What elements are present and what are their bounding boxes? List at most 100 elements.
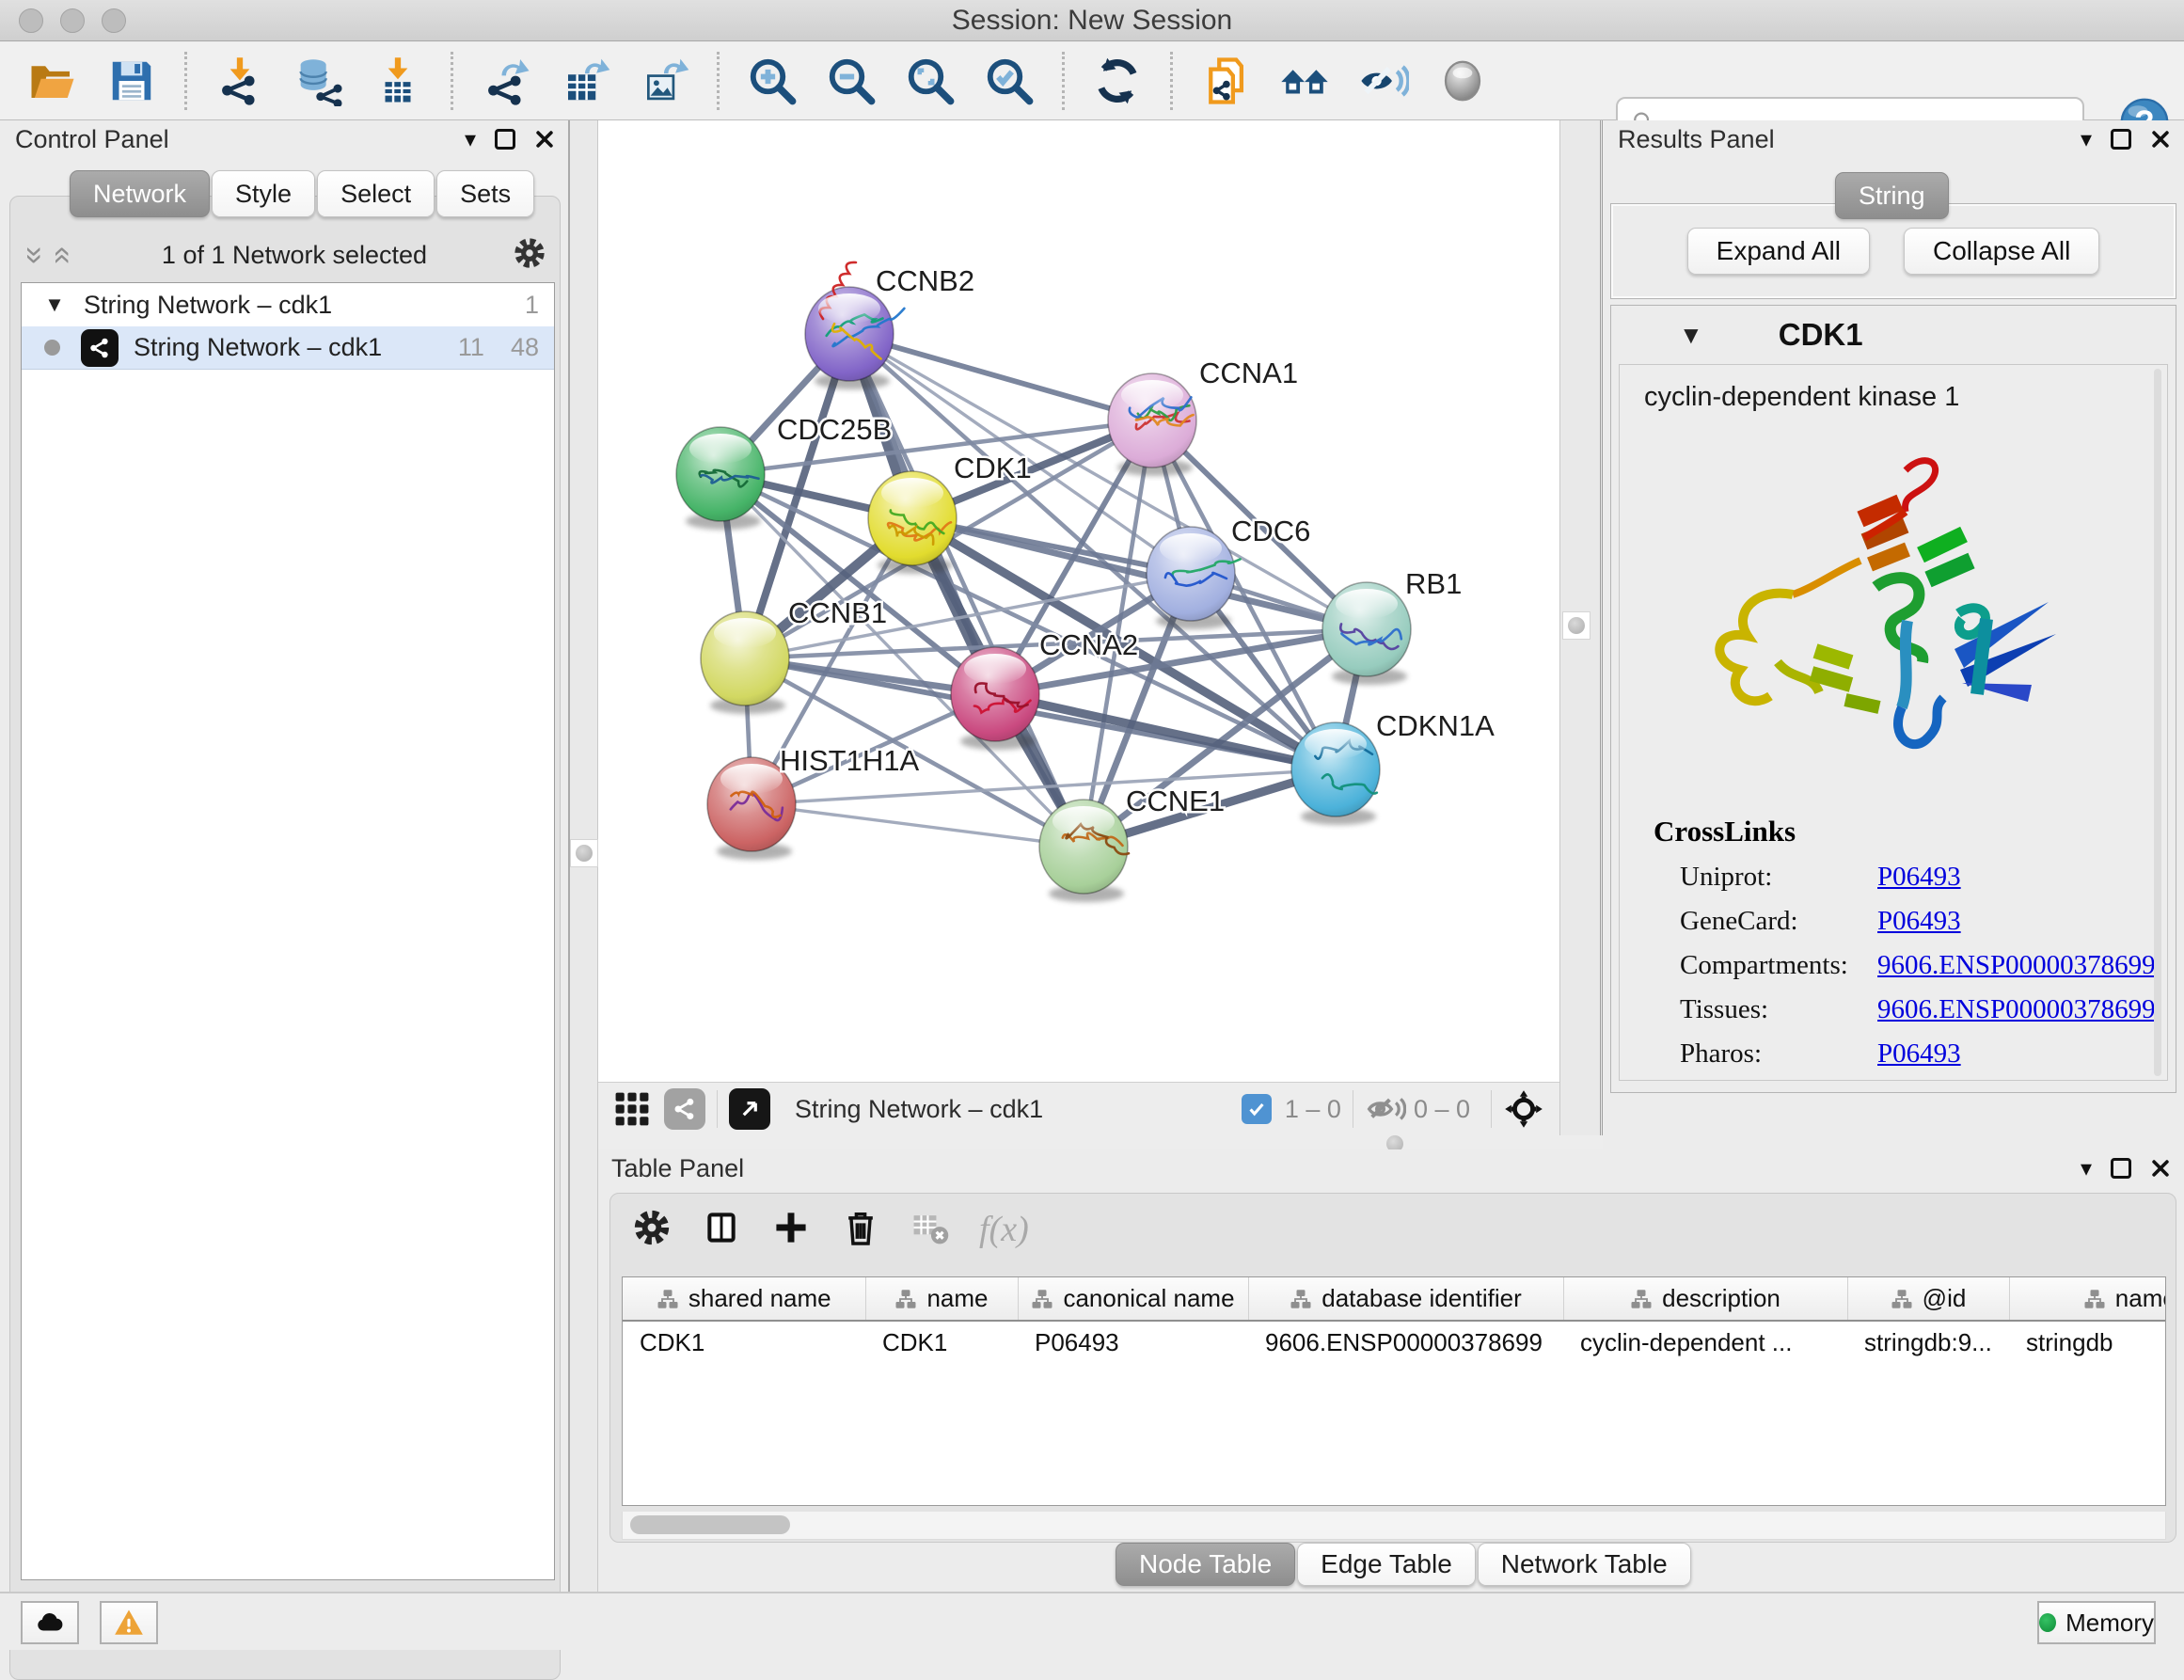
tab-node-table[interactable]: Node Table — [1116, 1543, 1295, 1586]
save-session-icon[interactable] — [92, 51, 171, 111]
panel-menu-icon[interactable]: ▾ — [465, 126, 476, 153]
panel-float-icon[interactable] — [2111, 1158, 2131, 1179]
table-hscrollbar[interactable] — [622, 1512, 2166, 1540]
zoom-selected-icon[interactable] — [970, 51, 1049, 111]
node-CCNA1[interactable] — [1108, 373, 1196, 476]
crosslink-link[interactable]: 9606.ENSP00000378699 — [1877, 994, 2156, 1025]
table-cell[interactable]: cyclin-dependent ... — [1563, 1321, 1847, 1364]
hide-selected-eye-icon[interactable] — [1344, 51, 1423, 111]
table-cell[interactable]: P06493 — [1018, 1321, 1248, 1364]
gene-section-header[interactable]: ▼ CDK1 — [1611, 306, 2176, 364]
table-cell[interactable]: CDK1 — [623, 1321, 865, 1364]
node-label-CDKN1A: CDKN1A — [1376, 709, 1495, 742]
export-network-icon[interactable] — [467, 51, 546, 111]
gene-name: CDK1 — [1779, 317, 1863, 353]
panel-close-icon[interactable] — [2150, 1158, 2171, 1179]
panel-menu-icon[interactable]: ▾ — [2081, 1155, 2092, 1182]
zoom-out-icon[interactable] — [812, 51, 891, 111]
tab-select[interactable]: Select — [317, 170, 435, 217]
node-RB1[interactable] — [1322, 582, 1411, 685]
edge-CCNA2-CDKN1A[interactable] — [995, 694, 1336, 769]
tab-sets[interactable]: Sets — [436, 170, 534, 217]
panel-menu-icon[interactable]: ▾ — [2081, 126, 2092, 153]
crosslink-link[interactable]: P06493 — [1877, 1038, 1961, 1070]
tab-network-table[interactable]: Network Table — [1478, 1543, 1691, 1586]
panel-float-icon[interactable] — [495, 129, 515, 150]
table-container: f(x) shared namenamecanonical namedataba… — [609, 1193, 2176, 1543]
zoom-in-icon[interactable] — [733, 51, 812, 111]
birds-eye-view-icon[interactable] — [729, 1088, 770, 1130]
cloud-button[interactable] — [21, 1601, 79, 1644]
node-CCNB1[interactable] — [701, 611, 789, 714]
import-table-from-file-icon[interactable] — [358, 51, 437, 111]
houses-icon[interactable] — [1265, 51, 1344, 111]
tab-network[interactable]: Network — [70, 170, 210, 217]
delete-column-trash-icon[interactable] — [840, 1207, 881, 1253]
panel-float-icon[interactable] — [2111, 129, 2131, 150]
table-row[interactable]: CDK1CDK1P064939606.ENSP00000378699cyclin… — [623, 1321, 2166, 1364]
table-cell[interactable]: CDK1 — [865, 1321, 1018, 1364]
node-CDC25B[interactable] — [676, 427, 765, 530]
selected-checkbox-icon[interactable] — [1242, 1094, 1272, 1124]
export-image-icon[interactable] — [625, 51, 704, 111]
crosslink-link[interactable]: P06493 — [1877, 862, 1961, 893]
expand-all-icon[interactable]: « — [45, 241, 82, 269]
node-label-CDC6: CDC6 — [1231, 515, 1310, 547]
zoom-fit-icon[interactable] — [891, 51, 970, 111]
column-header-description[interactable]: description — [1563, 1277, 1847, 1321]
export-table-icon[interactable] — [546, 51, 625, 111]
node-CDKN1A[interactable] — [1291, 722, 1380, 825]
results-panel-splitter[interactable] — [1559, 120, 1603, 1149]
tab-string[interactable]: String — [1835, 172, 1949, 219]
table-cell[interactable]: 9606.ENSP00000378699 — [1248, 1321, 1563, 1364]
crosslink-link[interactable]: P06493 — [1877, 906, 1961, 937]
view-grid-icon[interactable] — [611, 1088, 653, 1130]
column-header-database-identifier[interactable]: database identifier — [1248, 1277, 1563, 1321]
show-all-eye-icon[interactable] — [1423, 51, 1502, 111]
show-columns-icon[interactable] — [701, 1207, 742, 1253]
network-row[interactable]: String Network – cdk1 11 48 — [22, 326, 554, 370]
table-cell[interactable]: stringdb:9... — [1847, 1321, 2009, 1364]
duplicate-network-icon[interactable] — [1186, 51, 1265, 111]
panel-close-icon[interactable] — [534, 129, 555, 150]
import-network-from-file-icon[interactable] — [200, 51, 279, 111]
network-canvas[interactable]: CCNB2CCNA1CDC25BCDK1CDC6RB1CCNB1CCNA2CDK… — [598, 120, 1559, 1082]
warnings-button[interactable] — [100, 1601, 158, 1644]
panel-close-icon[interactable] — [2150, 129, 2171, 150]
collection-expander-icon[interactable]: ▼ — [40, 293, 69, 317]
edge-HIST1H1A-CCNE1[interactable] — [752, 804, 1084, 847]
column-header-shared-name[interactable]: shared name — [623, 1277, 865, 1321]
collapse-all-button[interactable]: Collapse All — [1904, 228, 2099, 275]
node-CCNE1[interactable] — [1039, 800, 1129, 902]
hscrollbar-thumb[interactable] — [630, 1515, 790, 1534]
table-settings-gear-icon[interactable] — [631, 1207, 673, 1253]
table-cell[interactable]: stringdb — [2009, 1321, 2166, 1364]
node-table: shared namenamecanonical namedatabase id… — [622, 1276, 2166, 1506]
view-network-icon[interactable] — [664, 1088, 705, 1130]
network-collection-row[interactable]: ▼ String Network – cdk1 1 — [22, 283, 554, 326]
tab-style[interactable]: Style — [212, 170, 315, 217]
expand-all-button[interactable]: Expand All — [1687, 228, 1870, 275]
collection-count: 1 — [525, 291, 539, 320]
results-scrollbar[interactable] — [2154, 369, 2161, 1076]
memory-button[interactable]: Memory — [2037, 1601, 2156, 1644]
crosslinks-title: CrossLinks — [1654, 815, 2167, 848]
column-header-namespace[interactable]: namespace — [2009, 1277, 2166, 1321]
network-options-gear-icon[interactable] — [512, 235, 547, 276]
open-session-icon[interactable] — [13, 51, 92, 111]
refresh-network-icon[interactable] — [1078, 51, 1157, 111]
column-header-canonical-name[interactable]: canonical name — [1018, 1277, 1248, 1321]
column-header-name[interactable]: name — [865, 1277, 1018, 1321]
warning-icon — [113, 1607, 145, 1639]
fit-selected-crosshair-icon[interactable] — [1503, 1088, 1544, 1130]
add-column-icon[interactable] — [770, 1207, 812, 1253]
import-network-from-database-icon[interactable] — [279, 51, 358, 111]
control-panel-splitter[interactable] — [568, 120, 598, 1592]
splitter-grab-handle[interactable] — [1562, 611, 1591, 640]
gene-expander-icon[interactable]: ▼ — [1679, 321, 1703, 350]
column-header--id[interactable]: @id — [1847, 1277, 2009, 1321]
splitter-grab-handle[interactable] — [570, 839, 598, 867]
tab-edge-table[interactable]: Edge Table — [1297, 1543, 1476, 1586]
crosslink-link[interactable]: 9606.ENSP00000378699 — [1877, 950, 2156, 981]
node-label-CCNE1: CCNE1 — [1126, 785, 1225, 817]
